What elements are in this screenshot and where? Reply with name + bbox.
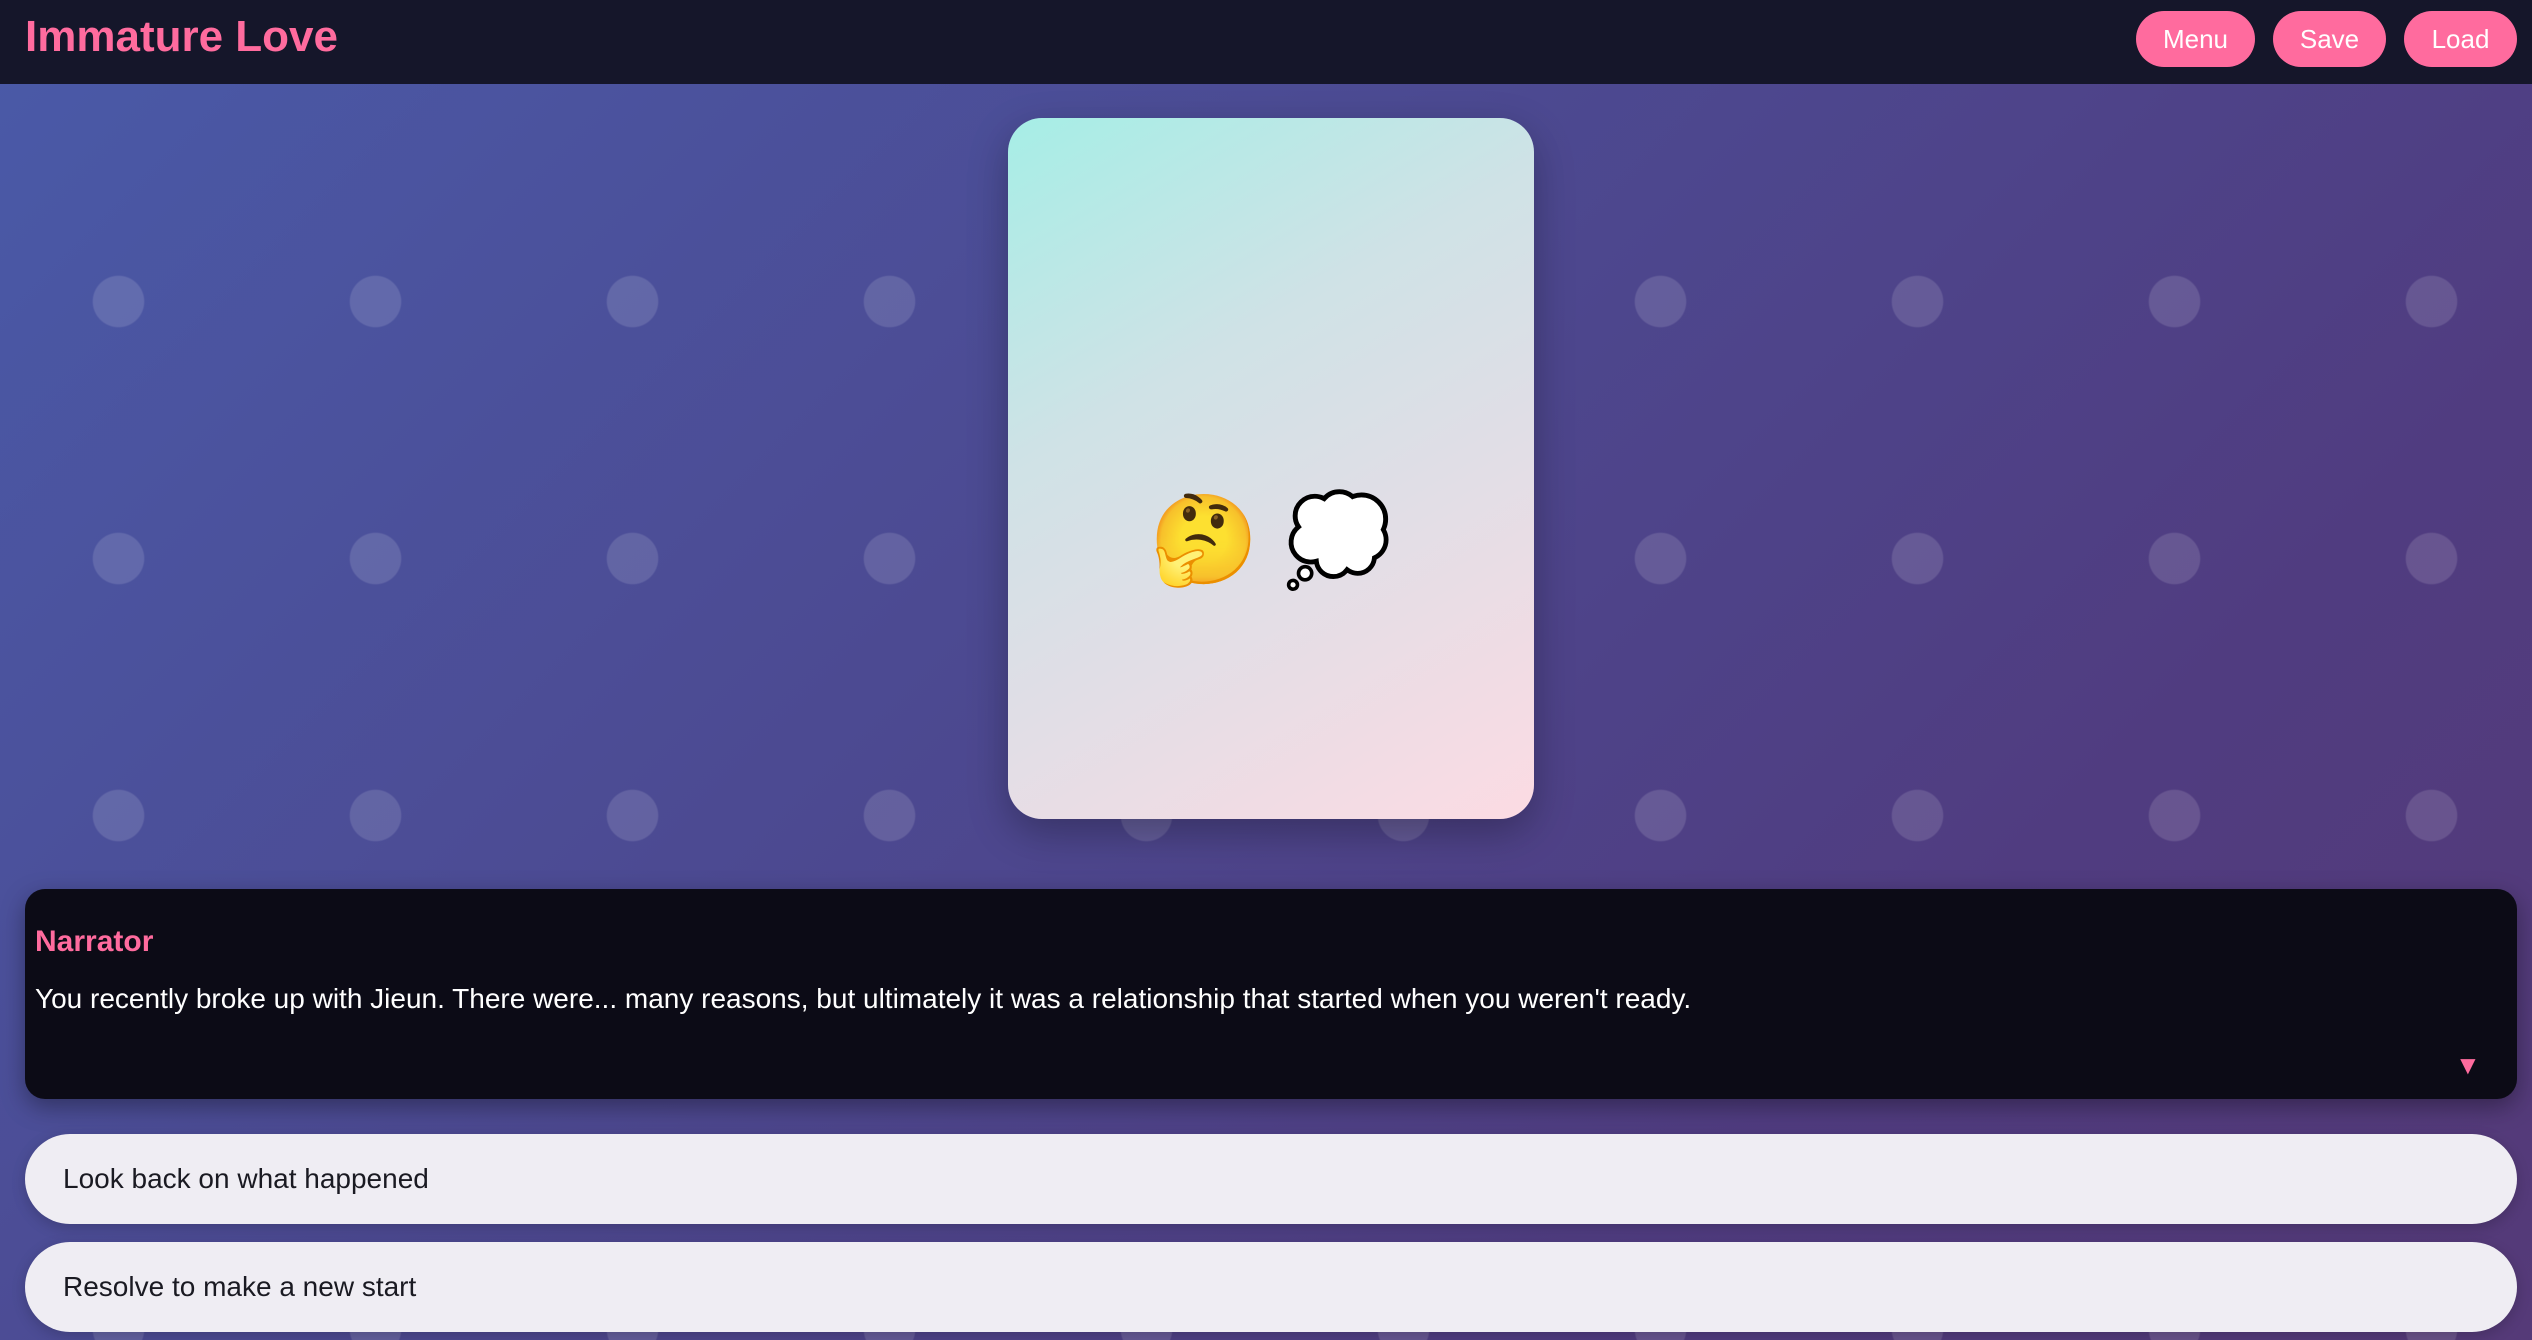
- choice-label: Look back on what happened: [63, 1163, 429, 1194]
- dialogue-text: You recently broke up with Jieun. There …: [35, 983, 1692, 1014]
- speaker-name: Narrator: [35, 925, 154, 958]
- load-button[interactable]: Load: [2404, 11, 2517, 67]
- choice-label: Resolve to make a new start: [63, 1271, 417, 1302]
- character-portrait: 🤔 💭: [1008, 118, 1534, 819]
- top-bar: Immature Love Menu Save Load: [0, 0, 2532, 84]
- save-button[interactable]: Save: [2273, 11, 2386, 67]
- game-title: Immature Love: [25, 12, 338, 61]
- thinking-face-icon: 🤔 💭: [1149, 490, 1393, 589]
- choice-new-start[interactable]: Resolve to make a new start: [25, 1242, 2517, 1332]
- menu-button[interactable]: Menu: [2136, 11, 2255, 67]
- choice-look-back[interactable]: Look back on what happened: [25, 1134, 2517, 1224]
- advance-arrow-icon[interactable]: ▼: [2455, 1050, 2481, 1080]
